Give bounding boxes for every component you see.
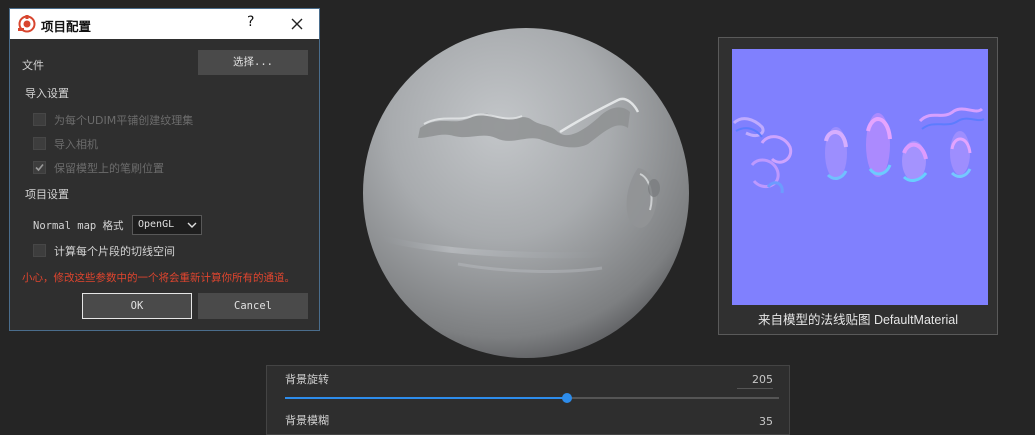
import-camera-label: 导入相机	[54, 138, 98, 151]
warning-message: 小心，修改这些参数中的一个将会重新计算你所有的通道。	[22, 272, 295, 284]
normal-map-format-select[interactable]: OpenGL	[132, 215, 202, 235]
ok-button[interactable]: OK	[82, 293, 192, 319]
background-blur-value[interactable]: 35	[733, 415, 773, 428]
tangent-space-checkbox[interactable]	[33, 244, 46, 257]
normal-map-image	[732, 49, 988, 305]
normal-map-preview: 来自模型的法线贴图 DefaultMaterial	[718, 37, 998, 335]
cancel-button[interactable]: Cancel	[198, 293, 308, 319]
dialog-title: 项目配置	[41, 19, 92, 34]
background-blur-label: 背景模糊	[285, 414, 329, 427]
keep-brush-position-label: 保留模型上的笔刷位置	[54, 162, 164, 175]
background-rotation-value-underline	[737, 388, 773, 389]
background-properties-panel: 背景旋转 205 背景模糊 35	[266, 365, 790, 435]
udim-option-label: 为每个UDIM平铺创建纹理集	[54, 114, 194, 127]
help-button[interactable]: ?	[247, 14, 254, 30]
project-config-dialog: 项目配置 ? 文件 选择... 导入设置 为每个UDIM平铺创建纹理集 导入相机…	[9, 8, 320, 331]
background-rotation-slider[interactable]	[285, 393, 779, 403]
select-file-button[interactable]: 选择...	[198, 50, 308, 75]
normal-map-format-value: OpenGL	[138, 219, 175, 230]
keep-brush-position-checkbox[interactable]	[33, 161, 46, 174]
dialog-titlebar[interactable]: 项目配置 ?	[10, 9, 319, 39]
checkmark-icon	[35, 163, 44, 172]
background-rotation-slider-fill	[285, 397, 567, 399]
app-logo-icon	[18, 15, 36, 33]
chevron-down-icon	[187, 221, 197, 229]
background-rotation-label: 背景旋转	[285, 373, 329, 386]
import-camera-checkbox[interactable]	[33, 137, 46, 150]
viewport-sphere[interactable]	[362, 28, 692, 360]
background-rotation-value[interactable]: 205	[733, 373, 773, 386]
project-settings-heading: 项目设置	[25, 188, 69, 201]
normal-map-format-label: Normal map 格式	[33, 220, 124, 232]
background-rotation-slider-thumb[interactable]	[562, 393, 572, 403]
normal-map-caption: 来自模型的法线贴图 DefaultMaterial	[757, 313, 959, 327]
close-icon[interactable]	[288, 15, 306, 33]
file-label: 文件	[22, 59, 44, 72]
tangent-space-label: 计算每个片段的切线空间	[54, 245, 175, 258]
import-settings-heading: 导入设置	[25, 87, 69, 100]
udim-checkbox[interactable]	[33, 113, 46, 126]
